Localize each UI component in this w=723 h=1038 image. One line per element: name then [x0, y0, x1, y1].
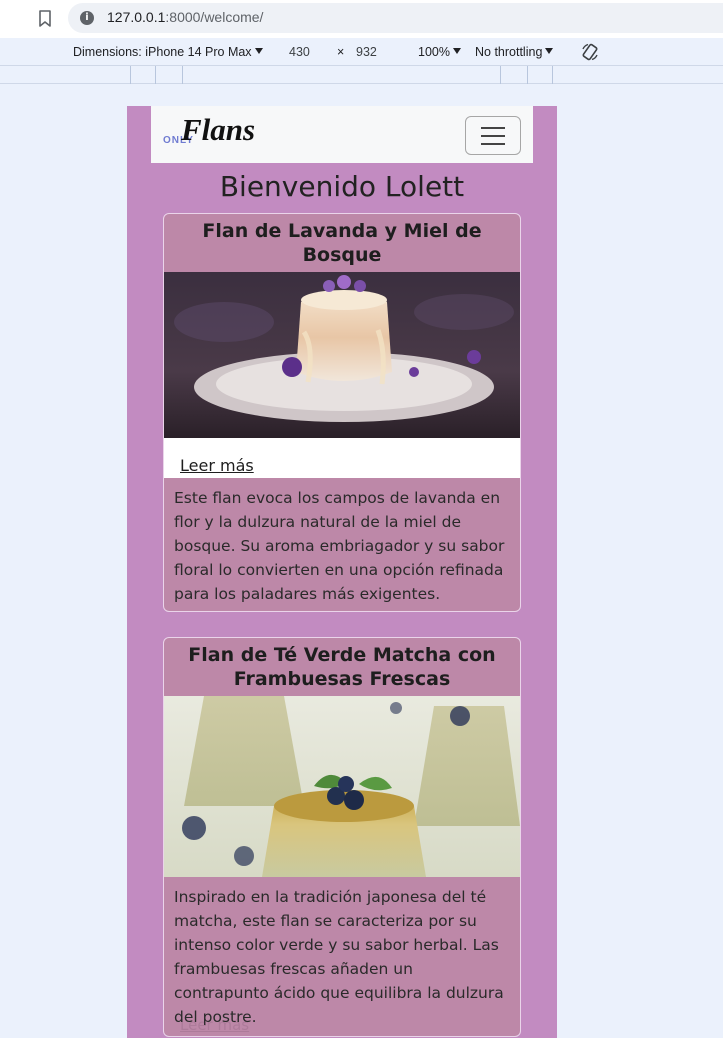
navbar: ONLY Flans	[151, 106, 533, 163]
lavender-flan-image	[164, 272, 520, 438]
zoom-label: 100%	[418, 45, 450, 59]
ruler-tick	[155, 66, 156, 84]
logo-flans-text: Flans	[181, 112, 256, 147]
hamburger-icon	[481, 135, 505, 137]
matcha-flan-image	[164, 696, 520, 877]
card-title: Flan de Lavanda y Miel de Bosque	[202, 220, 482, 266]
chevron-down-icon	[545, 48, 554, 54]
bookmark-icon[interactable]	[38, 10, 52, 27]
url-path: :8000/welcome/	[165, 9, 264, 25]
ruler-tick	[552, 66, 553, 84]
device-label: Dimensions: iPhone 14 Pro Max	[73, 45, 252, 59]
throttling-label: No throttling	[475, 45, 543, 59]
dimension-separator: ×	[337, 45, 345, 59]
read-more-link[interactable]: Leer más	[180, 1016, 249, 1034]
chevron-down-icon	[452, 48, 461, 54]
flan-card: Flan de Té Verde Matcha con Frambuesas F…	[163, 637, 521, 1037]
url-host: 127.0.0.1	[107, 9, 166, 25]
device-viewport: ONLY Flans Bienvenido Lolett Flan de Lav…	[127, 106, 557, 1038]
ruler-tick	[182, 66, 183, 84]
read-more-link[interactable]: Leer más	[180, 456, 254, 475]
chevron-down-icon	[254, 48, 263, 54]
hamburger-icon	[481, 127, 505, 129]
navbar-toggler-button[interactable]	[465, 116, 521, 155]
site-info-icon[interactable]: i	[80, 11, 94, 25]
width-input[interactable]: 430	[289, 45, 310, 59]
card-title: Flan de Té Verde Matcha con Frambuesas F…	[188, 644, 496, 690]
zoom-select[interactable]: 100%	[418, 45, 461, 59]
page-title: Bienvenido Lolett	[219, 170, 465, 203]
url-text[interactable]: 127.0.0.1:8000/welcome/	[107, 9, 263, 25]
read-more-band: Leer más	[164, 438, 520, 478]
ruler-tick	[527, 66, 528, 84]
browser-address-bar: i 127.0.0.1:8000/welcome/	[0, 0, 723, 38]
ruler-tick	[130, 66, 131, 84]
flan-card: Flan de Lavanda y Miel de Bosque Leer má…	[163, 213, 521, 612]
device-select[interactable]: Dimensions: iPhone 14 Pro Max	[73, 45, 263, 59]
media-query-ruler	[0, 66, 723, 84]
rotate-icon[interactable]	[580, 42, 600, 62]
throttling-select[interactable]: No throttling	[475, 45, 554, 59]
ruler-tick	[500, 66, 501, 84]
device-toolbar: Dimensions: iPhone 14 Pro Max 430 × 932 …	[0, 38, 723, 66]
hamburger-icon	[481, 143, 505, 145]
height-input[interactable]: 932	[356, 45, 377, 59]
card-description: Este flan evoca los campos de lavanda en…	[174, 489, 505, 603]
card-description: Inspirado en la tradición japonesa del t…	[174, 888, 504, 1026]
